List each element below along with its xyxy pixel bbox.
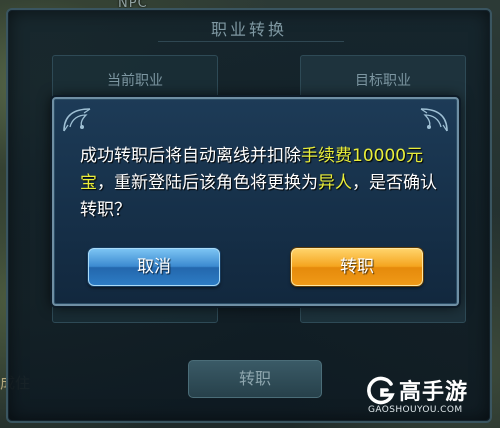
message-text: ，重新登陆后该角色将更换为 bbox=[97, 173, 318, 193]
confirm-job-change-button[interactable]: 转职 bbox=[291, 248, 423, 286]
job-highlight: 异人 bbox=[318, 173, 352, 193]
confirm-message: 成功转职后将自动离线并扣除手续费10000元宝，重新登陆后该角色将更换为异人，是… bbox=[80, 143, 440, 224]
corner-ornament-icon bbox=[63, 108, 91, 132]
target-job-label: 目标职业 bbox=[355, 73, 411, 89]
corner-ornament-icon bbox=[420, 108, 448, 132]
confirm-dialog: 成功转职后将自动离线并扣除手续费10000元宝，重新登陆后该角色将更换为异人，是… bbox=[52, 97, 459, 306]
site-watermark: 高手游 GAOSHOUYOU.COM bbox=[366, 372, 494, 420]
current-job-label: 当前职业 bbox=[107, 73, 163, 89]
cancel-button[interactable]: 取消 bbox=[88, 248, 220, 286]
job-change-button[interactable]: 转职 bbox=[188, 360, 322, 398]
watermark-domain: GAOSHOUYOU.COM bbox=[368, 405, 463, 415]
gaoshouyou-logo-icon bbox=[367, 376, 395, 405]
watermark-brand: 高手游 bbox=[399, 380, 469, 405]
message-text: 成功转职后将自动离线并扣除 bbox=[80, 146, 301, 166]
window-title: 职业转换 bbox=[210, 20, 287, 39]
